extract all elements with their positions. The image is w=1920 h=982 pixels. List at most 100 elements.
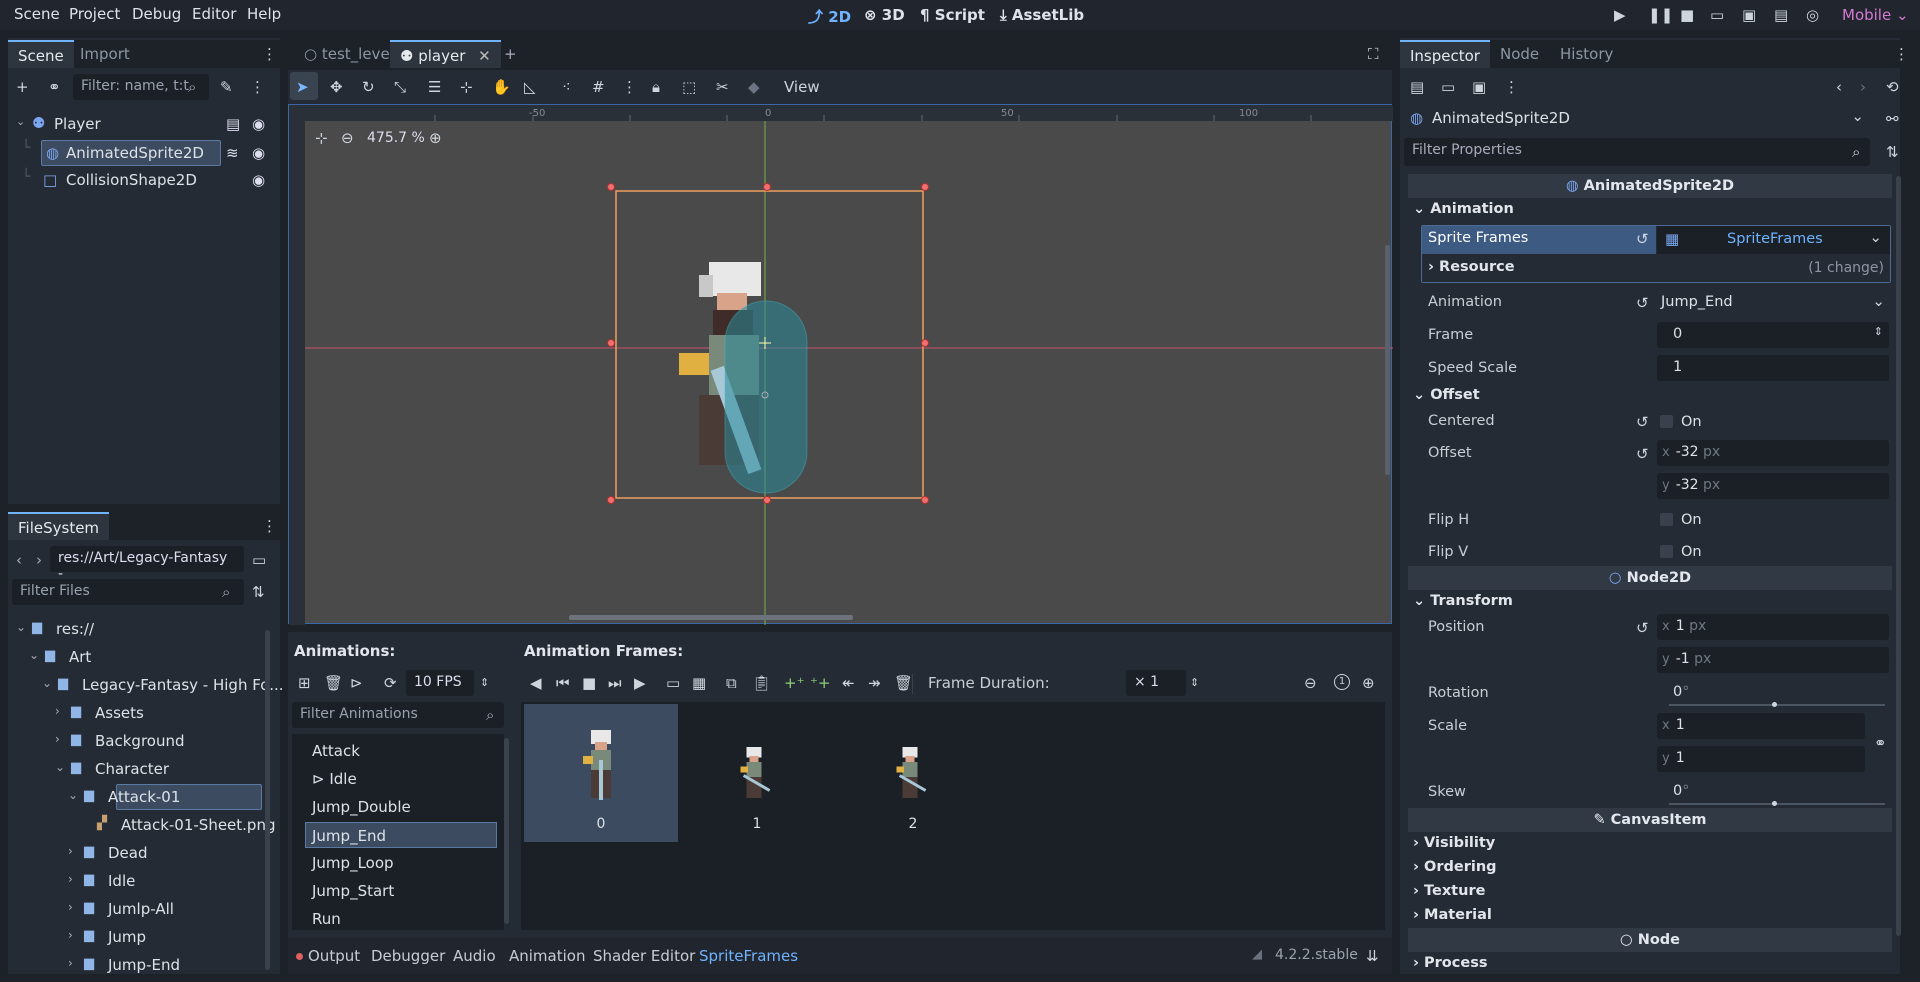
flip-h-checkbox[interactable]: On	[1660, 512, 1702, 528]
view-menu[interactable]: View	[784, 78, 820, 96]
tab-node[interactable]: Node	[1490, 40, 1549, 68]
insert-after-icon[interactable]: ⁺+	[810, 674, 831, 692]
play-icon[interactable]: ▶	[634, 674, 646, 692]
menu-editor[interactable]: Editor	[192, 5, 236, 23]
section-visibility[interactable]: › Visibility	[1413, 835, 1495, 851]
tab-output[interactable]: Output	[308, 947, 360, 965]
dock-menu-icon[interactable]: ⋮	[1894, 45, 1909, 63]
link-scale-icon[interactable]: ⚭	[1874, 734, 1887, 752]
tab-animation[interactable]: Animation	[509, 947, 585, 965]
folder-item[interactable]: › ▆ Idle	[12, 870, 262, 894]
snap-options-icon[interactable]: ⋮	[622, 78, 637, 96]
section-material[interactable]: › Material	[1413, 907, 1492, 923]
menu-debug[interactable]: Debug	[132, 5, 181, 23]
toggle-split-icon[interactable]: ▭	[252, 551, 266, 569]
chevron-down-icon[interactable]: ⌄	[16, 620, 26, 634]
chevron-right-icon[interactable]: ›	[68, 956, 73, 970]
rotate-mode-icon[interactable]: ↻	[362, 78, 375, 96]
property-options-icon[interactable]: ⇅	[1886, 143, 1899, 161]
revert-icon[interactable]: ↺	[1636, 445, 1649, 463]
folder-item[interactable]: ⌄ ▆ res://	[12, 618, 262, 642]
chevron-down-icon[interactable]: ⌄	[16, 115, 25, 128]
frame-spinbox[interactable]: 0 ⇕	[1657, 322, 1889, 348]
smart-snap-icon[interactable]: ⁖	[562, 78, 571, 96]
section-animation[interactable]: ⌄ Animation	[1413, 201, 1514, 217]
inspector-scrollbar[interactable]	[1896, 176, 1901, 936]
pan-icon[interactable]: ✋	[492, 78, 511, 96]
skew-slider[interactable]: 0°	[1657, 779, 1889, 806]
distraction-free-icon[interactable]: ⛶	[1368, 45, 1379, 63]
menu-help[interactable]: Help	[247, 5, 281, 23]
play-start-icon[interactable]: ⏭	[608, 674, 622, 692]
attach-script-icon[interactable]: ✎	[220, 78, 233, 96]
play-scene-icon[interactable]: ▣	[1742, 6, 1756, 24]
tree-node-player[interactable]: ⌄ ⚉ Player ▤ ◉	[16, 113, 272, 137]
visibility-eye-icon[interactable]: ◉	[252, 115, 265, 133]
toggle-bottom-panel-icon[interactable]: ⇊	[1366, 947, 1379, 965]
fps-input[interactable]: 10 FPS	[406, 670, 474, 696]
paste-icon[interactable]: 📋︎	[752, 674, 771, 692]
bone-icon[interactable]: ✂	[716, 78, 729, 96]
add-node-icon[interactable]: +	[16, 78, 29, 96]
folder-item[interactable]: ⌄ ▆ Attack-01	[12, 784, 262, 810]
autoplay-icon[interactable]: ⊳	[350, 674, 363, 692]
center-view-icon[interactable]: ⊹	[315, 129, 328, 147]
revert-icon[interactable]: ↺	[1636, 230, 1649, 248]
frame-thumbnail[interactable]: 2	[836, 704, 990, 842]
animation-list-item[interactable]: Run	[306, 906, 498, 932]
script-icon[interactable]: ▤	[226, 115, 240, 133]
anim-scrollbar[interactable]	[504, 738, 509, 924]
filter-animations-input[interactable]: Filter Animations	[292, 702, 504, 728]
object-selector[interactable]: ◍ AnimatedSprite2D ⌄	[1406, 105, 1868, 131]
section-ordering[interactable]: › Ordering	[1413, 859, 1497, 875]
resource-subsection[interactable]: › Resource (1 change)	[1422, 255, 1890, 282]
folder-item[interactable]: › ▆ Jump	[12, 926, 262, 950]
centered-checkbox[interactable]: On	[1660, 414, 1702, 430]
filter-properties-input[interactable]: Filter Properties	[1404, 138, 1870, 166]
zoom-in-icon[interactable]: ⊕	[1362, 674, 1375, 692]
load-frames-icon[interactable]: ▭	[666, 674, 680, 692]
folder-item[interactable]: ⌄ ▆ Legacy-Fantasy - High Fo...	[12, 674, 284, 698]
zoom-in-icon[interactable]: ⊕	[429, 129, 442, 147]
zoom-level[interactable]: 475.7 %	[367, 130, 425, 146]
revert-icon[interactable]: ↺	[1636, 294, 1649, 312]
workspace-script-button[interactable]: ¶ Script	[920, 6, 985, 24]
section-texture[interactable]: › Texture	[1413, 883, 1485, 899]
chevron-right-icon[interactable]: ›	[68, 872, 73, 886]
file-item[interactable]: ▞ Attack-01-Sheet.png	[12, 814, 275, 838]
grid-snap-icon[interactable]: #	[592, 78, 605, 96]
zoom-out-icon[interactable]: ⊖	[341, 129, 354, 147]
ik-chain-icon[interactable]: ◆	[748, 78, 760, 96]
folder-item[interactable]: › ▆ Jump-End	[12, 954, 262, 978]
revert-icon[interactable]: ↺	[1636, 619, 1649, 637]
history-back-icon[interactable]: ‹	[1836, 78, 1842, 96]
back-icon[interactable]: ‹	[16, 551, 22, 569]
chevron-down-icon[interactable]: ⌄	[68, 788, 78, 802]
folder-item[interactable]: › ▆ Background	[12, 730, 262, 754]
sprite-frames-picker[interactable]: ▦ SpriteFrames ⌄	[1657, 226, 1890, 254]
tab-scene[interactable]: Scene	[8, 40, 74, 68]
fs-scrollbar[interactable]	[265, 630, 270, 970]
chevron-down-icon[interactable]: ⌄	[29, 648, 39, 662]
chevron-right-icon[interactable]: ›	[68, 900, 73, 914]
canvas-viewport[interactable]: -50 0 50 100 ⊹ ⊖ 475.7 % ⊕	[288, 104, 1393, 625]
fps-stepper[interactable]: ⇕	[480, 674, 489, 692]
move-mode-icon[interactable]: ✥	[330, 78, 343, 96]
remote-debug-icon[interactable]: ▭	[1710, 6, 1724, 24]
add-animation-icon[interactable]: ⊞	[298, 674, 311, 692]
chevron-right-icon[interactable]: ›	[68, 928, 73, 942]
visibility-eye-icon[interactable]: ◉	[252, 171, 265, 189]
pivot-icon[interactable]: ⊹	[460, 78, 473, 96]
tab-inspector[interactable]: Inspector	[1400, 40, 1490, 68]
ruler-icon[interactable]: ◺	[524, 78, 536, 96]
animation-list-item[interactable]: Jump_Loop	[306, 850, 498, 876]
menu-project[interactable]: Project	[69, 5, 120, 23]
load-resource-icon[interactable]: ▭	[1441, 78, 1455, 96]
frame-thumbnail[interactable]: 1	[680, 704, 834, 842]
offset-x-input[interactable]: x -32 px	[1657, 440, 1889, 466]
speed-scale-input[interactable]: 1	[1657, 355, 1889, 381]
animation-list-item[interactable]: Jump_End	[305, 822, 497, 848]
folder-item[interactable]: › ▆ Jumlp-All	[12, 898, 262, 922]
stop-icon[interactable]: ■	[582, 674, 596, 692]
folder-item[interactable]: ⌄ ▆ Art	[12, 646, 262, 670]
